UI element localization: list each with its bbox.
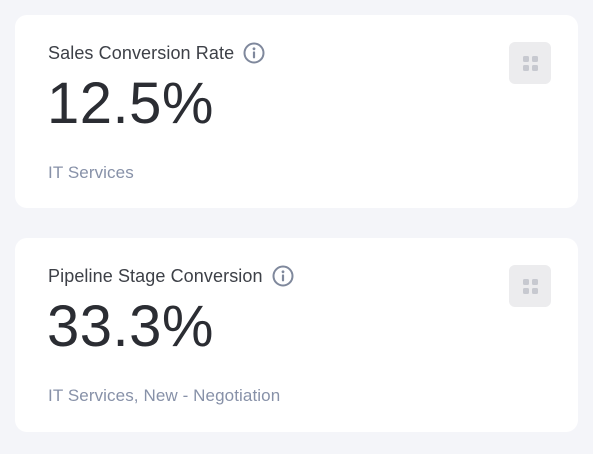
kpi-subtitle: IT Services, New - Negotiation xyxy=(48,386,281,405)
card-header: Pipeline Stage Conversion xyxy=(48,265,294,287)
info-icon[interactable] xyxy=(243,42,265,64)
kpi-card-sales-conversion-rate: Sales Conversion Rate 12.5% IT Services xyxy=(15,15,578,208)
kpi-value: 33.3% xyxy=(47,294,214,359)
grid-dots-icon xyxy=(522,278,538,294)
card-menu-button[interactable] xyxy=(509,265,551,307)
card-title: Sales Conversion Rate xyxy=(48,42,235,63)
kpi-card-pipeline-stage-conversion: Pipeline Stage Conversion 33.3% IT Servi… xyxy=(15,238,578,432)
kpi-subtitle: IT Services xyxy=(48,163,134,182)
kpi-value: 12.5% xyxy=(47,71,214,136)
card-menu-button[interactable] xyxy=(509,42,551,84)
card-header: Sales Conversion Rate xyxy=(48,42,265,64)
card-title: Pipeline Stage Conversion xyxy=(48,265,263,286)
info-icon[interactable] xyxy=(272,265,294,287)
grid-dots-icon xyxy=(522,55,538,71)
